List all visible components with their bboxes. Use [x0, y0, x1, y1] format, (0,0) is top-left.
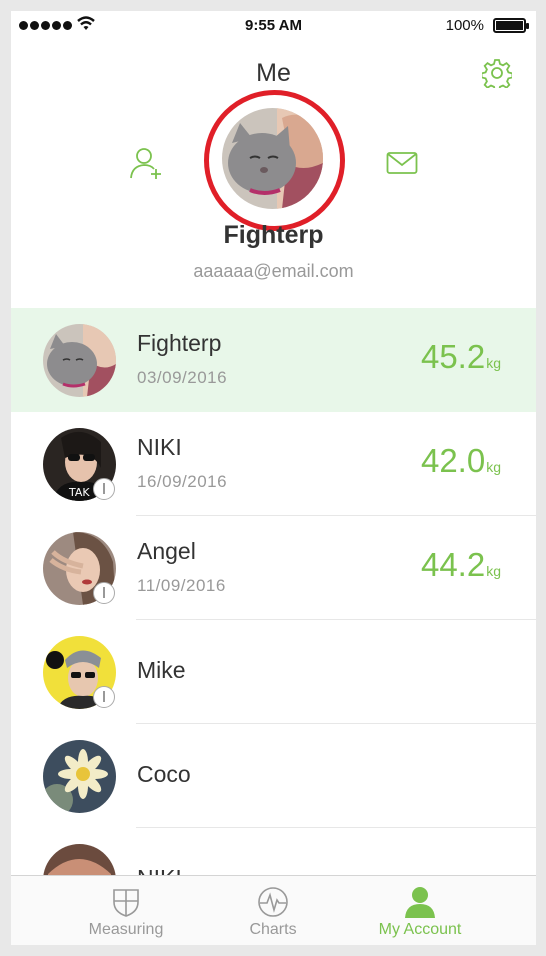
weight-value: 44.2 — [420, 546, 486, 583]
tab-my-account[interactable]: My Account — [360, 876, 480, 945]
phone-screen: 9:55 AM 100% Me Fighterp aaaaaa@email.co… — [11, 11, 536, 945]
person-icon — [405, 887, 435, 918]
member-name: Coco — [137, 761, 191, 787]
tab-charts[interactable]: Charts — [213, 876, 333, 945]
member-row[interactable]: TAK NIKI 16/09/2016 42.0kg — [11, 412, 536, 516]
weight-unit: kg — [486, 459, 501, 475]
member-row[interactable]: Coco — [11, 724, 536, 828]
cat-photo-icon — [43, 324, 116, 397]
tab-bar: Measuring Charts My Account — [11, 875, 536, 945]
avatar — [43, 740, 116, 813]
member-weight: 42.0kg — [421, 442, 501, 480]
mail-icon[interactable] — [386, 151, 418, 175]
member-weight: 44.2kg — [421, 546, 501, 584]
member-row[interactable]: Mike — [11, 620, 536, 724]
member-name: Angel — [137, 538, 196, 564]
member-name: NIKI — [137, 434, 182, 460]
weight-value: 45.2 — [420, 338, 486, 375]
member-name: Mike — [137, 657, 186, 683]
member-name: Fighterp — [137, 330, 222, 356]
battery-percent: 100% — [445, 17, 484, 34]
scale-badge-icon — [93, 686, 115, 708]
member-weight: 45.2kg — [421, 338, 501, 376]
scale-badge-icon — [93, 582, 115, 604]
svg-text:TAK: TAK — [68, 486, 90, 499]
member-date: 03/09/2016 — [137, 368, 228, 387]
member-row[interactable]: Angel 11/09/2016 44.2kg — [11, 516, 536, 620]
avatar[interactable] — [222, 108, 323, 209]
battery-icon — [493, 18, 529, 33]
member-date: 11/09/2016 — [137, 576, 226, 595]
tab-label: Charts — [249, 921, 297, 938]
gear-icon[interactable] — [482, 58, 512, 88]
pulse-icon — [258, 887, 288, 917]
tab-measuring[interactable]: Measuring — [66, 876, 186, 945]
profile-email: aaaaaa@email.com — [193, 261, 354, 281]
tab-label: My Account — [378, 921, 462, 938]
cat-photo-icon — [222, 108, 323, 209]
shield-icon — [113, 889, 139, 917]
member-row[interactable]: Fighterp 03/09/2016 45.2kg — [11, 308, 536, 412]
page-title: Me — [256, 59, 291, 87]
weight-unit: kg — [486, 563, 501, 579]
tab-label: Measuring — [88, 921, 164, 938]
weight-value: 42.0 — [420, 442, 486, 479]
weight-unit: kg — [486, 355, 501, 371]
flower-photo-icon — [43, 740, 116, 813]
add-user-icon[interactable] — [129, 147, 165, 181]
status-bar: 9:55 AM 100% — [11, 11, 536, 41]
avatar — [43, 324, 116, 397]
member-date: 16/09/2016 — [137, 472, 228, 491]
member-list: Fighterp 03/09/2016 45.2kg TAK NIKI 16/0… — [11, 308, 536, 932]
scale-badge-icon — [93, 478, 115, 500]
profile-name: Fighterp — [223, 221, 324, 249]
